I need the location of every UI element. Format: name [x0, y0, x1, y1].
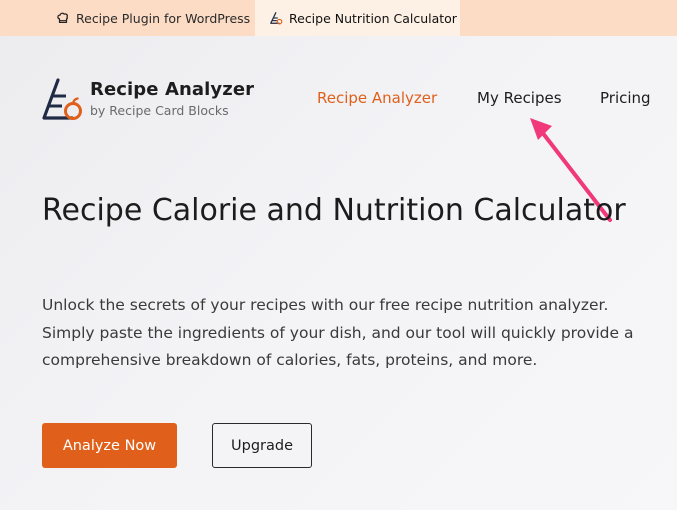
- brand-title: Recipe Analyzer: [90, 79, 255, 100]
- browser-tab-bar: Recipe Plugin for WordPress Recipe Nutri…: [0, 0, 677, 36]
- brand-subtitle: by Recipe Card Blocks: [90, 103, 229, 118]
- recipe-analyzer-logo-icon: [42, 78, 82, 120]
- nav-pricing[interactable]: Pricing: [600, 89, 651, 107]
- tab-label: Recipe Plugin for WordPress: [76, 10, 251, 26]
- chef-hat-icon: [56, 11, 70, 25]
- tab-recipe-plugin[interactable]: Recipe Plugin for WordPress: [56, 0, 250, 36]
- brand-logo[interactable]: Recipe Analyzer by Recipe Card Blocks: [42, 78, 254, 122]
- upgrade-button[interactable]: Upgrade: [212, 423, 312, 468]
- tab-nutrition-calculator[interactable]: Recipe Nutrition Calculator: [255, 0, 460, 36]
- pyramid-logo-icon: [269, 11, 283, 25]
- page-title: Recipe Calorie and Nutrition Calculator: [42, 193, 626, 228]
- nav-recipe-analyzer[interactable]: Recipe Analyzer: [317, 89, 437, 107]
- nav-my-recipes[interactable]: My Recipes: [477, 89, 562, 107]
- hero-description: Unlock the secrets of your recipes with …: [42, 296, 634, 369]
- analyze-now-button[interactable]: Analyze Now: [42, 423, 177, 468]
- tab-label: Recipe Nutrition Calculator: [289, 10, 457, 26]
